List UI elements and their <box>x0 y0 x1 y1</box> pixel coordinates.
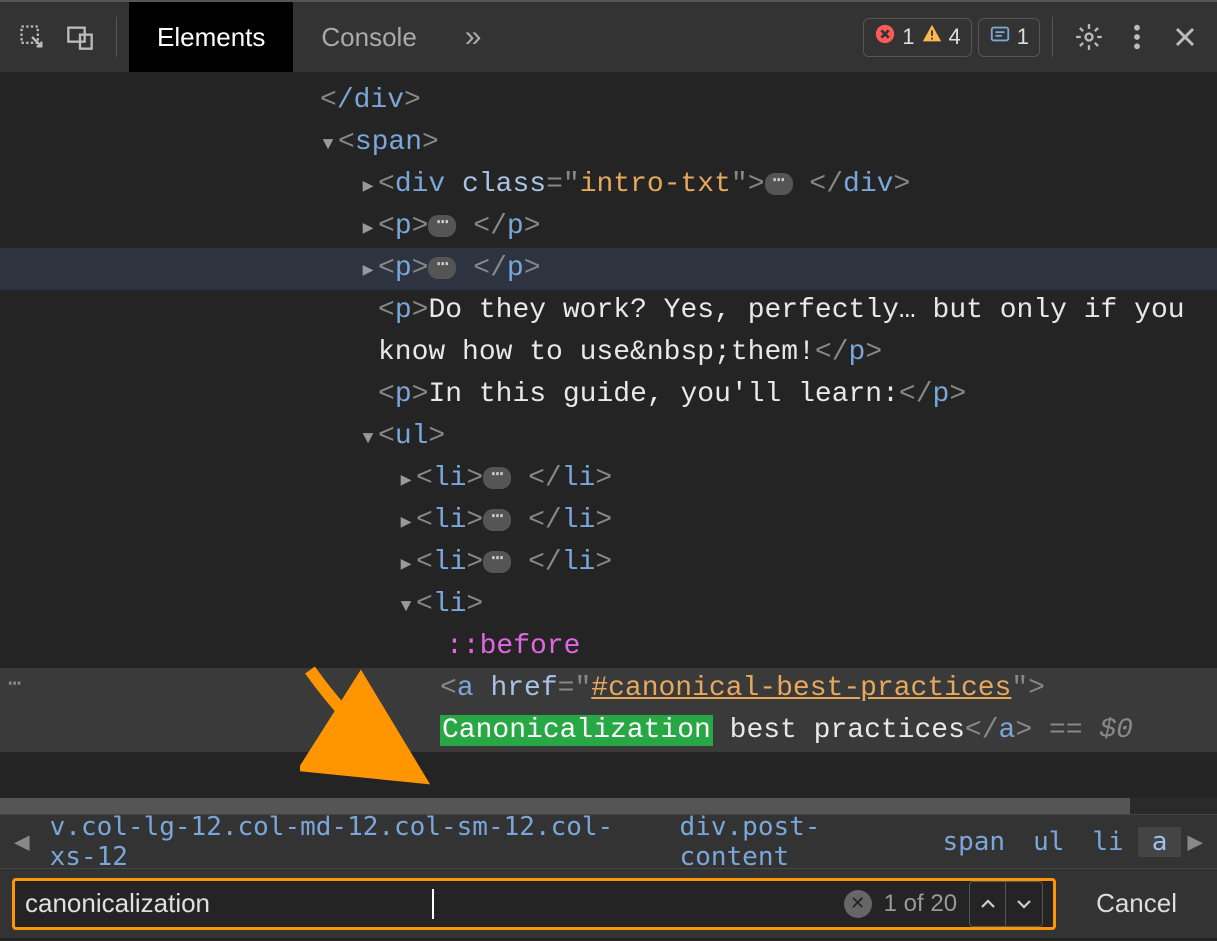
expand-arrow-icon[interactable]: ▶ <box>358 174 378 201</box>
collapse-dots[interactable]: ⋯ <box>483 467 511 489</box>
tab-console[interactable]: Console <box>293 2 444 72</box>
next-match-icon[interactable] <box>1006 882 1042 926</box>
settings-icon[interactable] <box>1065 13 1113 61</box>
breadcrumb-item[interactable]: li <box>1078 827 1137 857</box>
issue-badges: 1 4 1 <box>863 18 1040 57</box>
error-icon <box>874 23 896 52</box>
errors-warnings-badge[interactable]: 1 4 <box>863 18 972 57</box>
breadcrumb-item[interactable]: span <box>928 827 1019 857</box>
breadcrumb: ◀ v.col-lg-12.col-md-12.col-sm-12.col-xs… <box>0 814 1217 868</box>
search-bar: ✕ 1 of 20 Cancel <box>0 868 1217 938</box>
divider <box>116 17 117 57</box>
expand-arrow-icon[interactable]: ▼ <box>396 594 416 621</box>
device-toggle-icon[interactable] <box>56 13 104 61</box>
tab-elements[interactable]: Elements <box>129 2 293 72</box>
selected-element-marker: == $0 <box>1049 715 1133 746</box>
cancel-button[interactable]: Cancel <box>1068 878 1205 929</box>
prev-match-icon[interactable] <box>970 882 1006 926</box>
breadcrumb-item[interactable]: ul <box>1019 827 1078 857</box>
match-count: 1 of 20 <box>872 890 969 918</box>
panel-tabs: Elements Console <box>129 2 445 72</box>
breadcrumb-scroll-left[interactable]: ◀ <box>8 827 36 857</box>
expand-arrow-icon[interactable]: ▶ <box>396 468 416 495</box>
expand-arrow-icon[interactable]: ▼ <box>318 132 338 159</box>
clear-search-icon[interactable]: ✕ <box>844 890 872 918</box>
search-input-container: ✕ 1 of 20 <box>12 878 1056 930</box>
info-badge[interactable]: 1 <box>978 18 1040 57</box>
inspect-icon[interactable] <box>8 13 56 61</box>
more-icon[interactable] <box>1113 13 1161 61</box>
expand-arrow-icon[interactable]: ▶ <box>396 552 416 579</box>
close-icon[interactable] <box>1161 13 1209 61</box>
collapse-dots[interactable]: ⋯ <box>483 551 511 573</box>
collapse-dots[interactable]: ⋯ <box>765 173 793 195</box>
breadcrumb-scroll-right[interactable]: ▶ <box>1181 827 1209 857</box>
warning-count: 4 <box>949 24 961 50</box>
warning-icon <box>921 23 943 52</box>
divider <box>1052 17 1053 57</box>
breadcrumb-item[interactable]: a <box>1138 827 1182 857</box>
horizontal-scrollbar[interactable] <box>0 798 1217 814</box>
info-icon <box>989 23 1011 52</box>
collapse-dots[interactable]: ⋯ <box>428 257 456 279</box>
search-input[interactable] <box>25 888 434 919</box>
expand-arrow-icon[interactable]: ▶ <box>396 510 416 537</box>
error-count: 1 <box>902 24 914 50</box>
breadcrumb-item[interactable]: v.col-lg-12.col-md-12.col-sm-12.col-xs-1… <box>36 812 666 872</box>
breadcrumb-item[interactable]: div.post-content <box>666 812 929 872</box>
info-count: 1 <box>1017 24 1029 50</box>
search-nav <box>969 881 1043 927</box>
gutter-dots[interactable]: ⋯ <box>8 668 21 701</box>
devtools-toolbar: Elements Console » 1 4 1 <box>0 0 1217 72</box>
expand-arrow-icon[interactable]: ▶ <box>358 216 378 243</box>
expand-arrow-icon[interactable]: ▶ <box>358 258 378 285</box>
collapse-dots[interactable]: ⋯ <box>483 509 511 531</box>
tabs-overflow-icon[interactable]: » <box>445 20 502 54</box>
search-match-highlight: Canonicalization <box>440 715 713 746</box>
collapse-dots[interactable]: ⋯ <box>428 215 456 237</box>
text-cursor <box>432 889 434 919</box>
expand-arrow-icon[interactable]: ▼ <box>358 426 378 453</box>
dom-tree[interactable]: </div> ▼<span> ▶<div class="intro-txt">⋯… <box>0 72 1217 798</box>
